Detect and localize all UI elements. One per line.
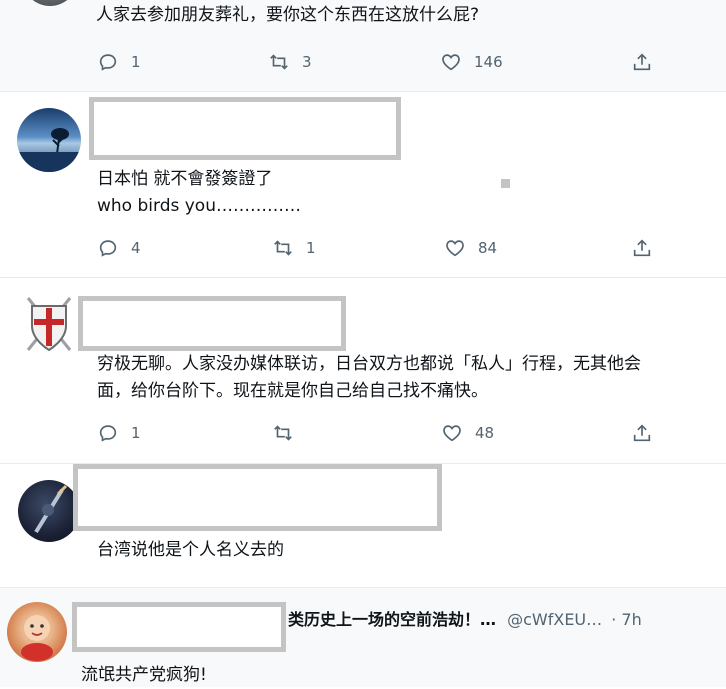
like-button[interactable]: 84	[444, 236, 497, 260]
crusader-shield-icon	[26, 297, 72, 352]
reply-icon	[99, 240, 117, 257]
tweet-header: 类历史上一场的空前浩劫！… @cWfXEU… · 7h	[288, 606, 642, 630]
redacted-username	[73, 464, 442, 531]
like-button[interactable]: 146	[440, 50, 503, 74]
baby-avatar-icon	[21, 615, 53, 661]
retweet-icon	[270, 54, 288, 70]
retweet-button[interactable]	[272, 421, 294, 445]
redacted-username	[72, 602, 286, 652]
redacted-username	[89, 97, 401, 160]
retweet-count: 3	[302, 53, 312, 71]
reply-icon	[99, 54, 117, 71]
tweet-text: 人家去参加朋友葬礼，要你这个东西在这放什么屁?	[96, 5, 480, 25]
like-count: 84	[478, 239, 498, 257]
reply-button[interactable]: 1	[97, 421, 141, 445]
tweet-4[interactable]: 台湾说他是个人名义去的	[0, 464, 726, 588]
reply-icon	[99, 425, 117, 442]
share-icon	[633, 239, 651, 257]
tweet-text-line-1: 日本怕 就不會發簽證了	[97, 169, 273, 189]
avatar[interactable]	[22, 0, 78, 6]
retweet-button[interactable]: 1	[272, 236, 316, 260]
tweet-text: 台湾说他是个人名义去的	[97, 540, 284, 560]
heart-icon	[442, 54, 460, 71]
tweet-1[interactable]: 人家去参加朋友葬礼，要你这个东西在这放什么屁? 1 3 146	[0, 0, 726, 92]
like-count: 48	[475, 424, 495, 442]
reply-count: 1	[131, 424, 141, 442]
avatar[interactable]	[17, 108, 81, 172]
reply-button[interactable]: 4	[97, 236, 141, 260]
retweet-count: 1	[306, 239, 316, 257]
tweet-text-line-1: 穷极无聊。人家没办媒体联访，日台双方也都说「私人」行程，无其他会	[97, 354, 641, 374]
tweet-3[interactable]: 穷极无聊。人家没办媒体联访，日台双方也都说「私人」行程，无其他会 面，给你台阶下…	[0, 278, 726, 464]
reply-button[interactable]: 1	[97, 50, 141, 74]
tweet-5[interactable]: 类历史上一场的空前浩劫！… @cWfXEU… · 7h 流氓共产党疯狗!	[0, 588, 726, 687]
tweet-text-line-2: who birds you……………	[97, 196, 301, 216]
artifact-square	[501, 179, 510, 188]
retweet-icon	[274, 425, 292, 441]
share-icon	[633, 53, 651, 71]
reply-count: 1	[131, 53, 141, 71]
like-count: 146	[474, 53, 503, 71]
like-button[interactable]: 48	[441, 421, 494, 445]
retweet-icon	[274, 240, 292, 256]
redacted-username	[78, 296, 346, 351]
share-button[interactable]	[631, 51, 653, 77]
user-handle[interactable]: @cWfXEU…	[507, 610, 602, 629]
avatar[interactable]	[22, 294, 76, 354]
tweet-text: 流氓共产党疯狗!	[81, 665, 207, 685]
retweet-button[interactable]: 3	[268, 50, 312, 74]
tweet-time[interactable]: · 7h	[611, 610, 642, 629]
tweet-2[interactable]: 日本怕 就不會發簽證了 who birds you…………… 4 1 84	[0, 92, 726, 278]
warrior-avatar-icon	[34, 484, 68, 534]
display-name[interactable]: 类历史上一场的空前浩劫！…	[288, 610, 496, 629]
tweet-text-line-2: 面，给你台阶下。现在就是你自己给自己找不痛快。	[97, 381, 488, 401]
share-icon	[633, 424, 651, 442]
share-button[interactable]	[631, 237, 653, 263]
share-button[interactable]	[631, 422, 653, 448]
reply-count: 4	[131, 239, 141, 257]
heart-icon	[446, 240, 464, 257]
avatar[interactable]	[18, 480, 80, 542]
tree-silhouette-icon	[17, 128, 81, 172]
avatar[interactable]	[7, 602, 67, 662]
heart-icon	[443, 425, 461, 442]
